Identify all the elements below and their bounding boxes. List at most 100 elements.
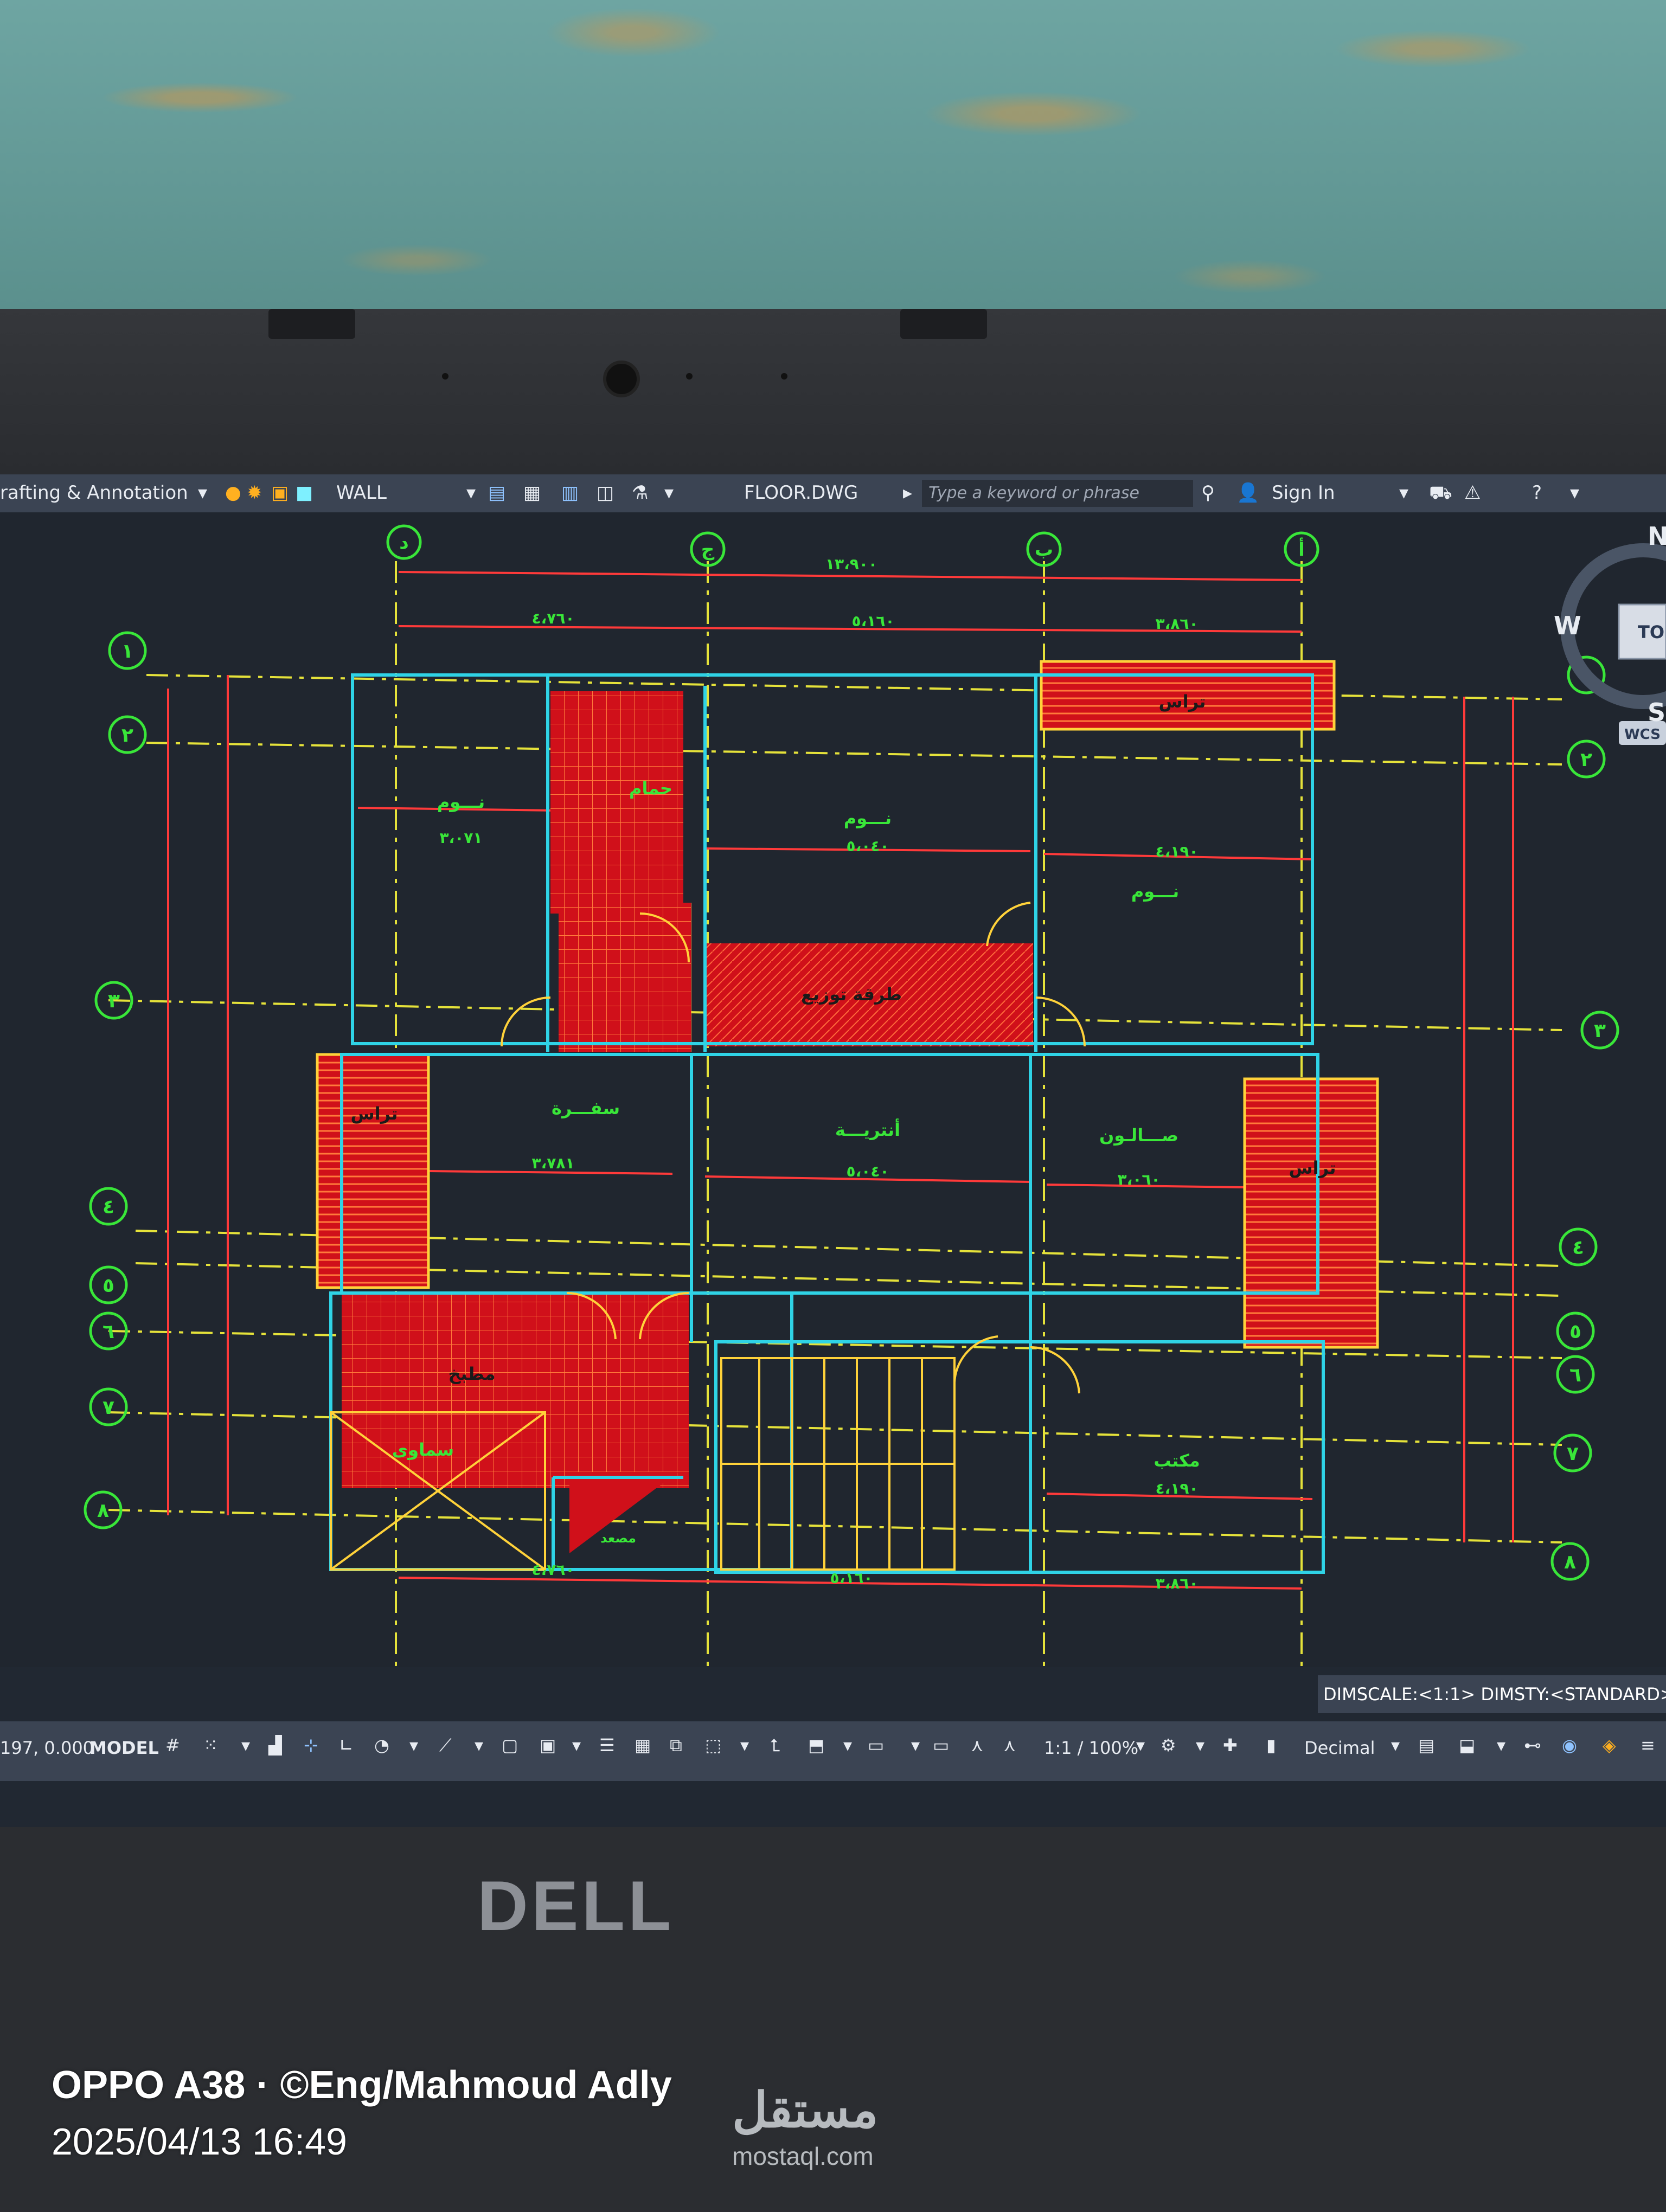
lineweight-icon[interactable]: ☰ — [599, 1735, 615, 1756]
model-tab[interactable]: MODEL — [89, 1738, 159, 1758]
cart-icon[interactable]: ⛟ — [1429, 482, 1452, 506]
annotation-scale-selector[interactable]: 1:1 / 100% — [1044, 1738, 1138, 1758]
room-label-kitchen: مطبخ — [448, 1364, 495, 1384]
grid-bubble-row: ٣ — [108, 990, 120, 1012]
chevron-down-icon[interactable]: ▾ — [664, 482, 674, 504]
dimension-text: ٣،٨٦٠ — [1156, 615, 1199, 633]
isolate-objects-icon[interactable]: ⊷ — [1524, 1735, 1541, 1756]
open-file-icon[interactable]: ▦ — [523, 482, 541, 504]
dimension-text: ٣،٠٧١ — [440, 829, 483, 847]
file-name: FLOOR.DWG — [744, 482, 858, 504]
chevron-down-icon[interactable]: ▾ — [466, 482, 476, 504]
viewcube-top-face[interactable]: TO — [1638, 622, 1664, 642]
units-selector[interactable]: Decimal — [1304, 1738, 1375, 1758]
chevron-down-icon[interactable]: ▾ — [241, 1735, 250, 1756]
sun-icon[interactable]: ✹ — [247, 482, 262, 504]
mostaql-logo: مستقل — [732, 2084, 879, 2138]
hardware-acceleration-icon[interactable]: ◉ — [1562, 1735, 1577, 1756]
chevron-down-icon[interactable]: ▾ — [572, 1735, 581, 1756]
workspace-switch-icon[interactable]: ⚙ — [1161, 1735, 1176, 1756]
workspace-selector[interactable]: rafting & Annotation — [0, 482, 188, 504]
annotation-monitor-icon[interactable]: ▭ — [868, 1735, 884, 1756]
chevron-down-icon[interactable]: ▾ — [843, 1735, 852, 1756]
dimension-text: ٥،٠٤٠ — [847, 837, 889, 855]
chevron-down-icon[interactable]: ▾ — [1570, 482, 1579, 504]
grid-bubble-col: د — [399, 532, 408, 554]
chevron-down-icon[interactable]: ▾ — [1391, 1735, 1400, 1756]
dimension-text: ٥،١٦٠ — [852, 612, 895, 630]
dimension-text: ٣،٠٦٠ — [1118, 1171, 1161, 1188]
chevron-down-icon[interactable]: ▾ — [475, 1735, 483, 1756]
grid-bubble-row: ٤ — [1572, 1237, 1584, 1259]
room-label-bedroom: نـــوم — [1131, 881, 1179, 902]
object-snap-tracking-icon[interactable]: ▣ — [540, 1735, 556, 1756]
dimension-text: ٤،٧٦٠ — [532, 609, 575, 627]
light-bulb-icon[interactable]: ● — [225, 482, 241, 504]
room-label-skylight: سماوى — [392, 1439, 454, 1460]
save-icon[interactable]: ▥ — [561, 482, 579, 504]
chevron-down-icon[interactable]: ▾ — [1497, 1735, 1505, 1756]
dimension-text: ٣،٧٨١ — [532, 1154, 575, 1172]
layer-selector[interactable]: WALL — [336, 482, 387, 504]
save-as-icon[interactable]: ◫ — [597, 482, 614, 504]
ortho-icon[interactable]: ∟ — [339, 1735, 354, 1756]
chevron-down-icon[interactable]: ▾ — [911, 1735, 920, 1756]
viewcube-west[interactable]: W — [1554, 611, 1581, 640]
selection-cycling-icon[interactable]: ⧉ — [670, 1735, 682, 1756]
annotation-scale-icon[interactable]: ⋏ — [971, 1735, 983, 1756]
search-icon[interactable]: ⚲ — [1201, 482, 1215, 504]
dimension-text: ٤،٧٦٠ — [532, 1561, 575, 1579]
plot-icon[interactable]: ⚗ — [632, 482, 648, 504]
annotation-visibility-icon[interactable]: ▭ — [933, 1735, 949, 1756]
camera-watermark-line1: OPPO A38 · ©Eng/Mahmoud Adly — [52, 2063, 672, 2107]
terrace-left-hatch — [316, 1053, 430, 1289]
transparency-icon[interactable]: ▦ — [635, 1735, 651, 1756]
dimension-text: ٣،٨٦٠ — [1156, 1574, 1199, 1592]
clean-screen-icon[interactable]: ◈ — [1603, 1735, 1616, 1756]
drawing-canvas[interactable]: د ج ب أ ١ ٢ ٣ ٤ ٥ ٦ ٧ ٨ ١ ٢ ٣ ٤ ٥ ٦ ٧ ٨ … — [0, 512, 1666, 1667]
share-icon[interactable]: ⚠ — [1464, 482, 1481, 504]
lock-ui-icon[interactable]: ⬓ — [1459, 1735, 1475, 1756]
chevron-down-icon[interactable]: ▾ — [409, 1735, 418, 1756]
new-file-icon[interactable]: ▤ — [488, 482, 505, 504]
isodraft-icon[interactable]: ⟋ — [439, 1735, 451, 1756]
room-label-dining: سفـــرة — [552, 1098, 620, 1118]
snap-icon[interactable]: ⁙ — [203, 1735, 218, 1756]
ucs-icon[interactable]: ⮤ — [770, 1735, 780, 1756]
annotation-add-icon[interactable]: ✚ — [1223, 1735, 1238, 1756]
grid-bubble-row: ٥ — [102, 1275, 114, 1297]
room-label-living: أنتريـــة — [835, 1118, 900, 1140]
grid-icon[interactable]: # — [165, 1735, 180, 1756]
quick-properties-icon[interactable]: ▤ — [1418, 1735, 1434, 1756]
grid-bubble-row: ١ — [121, 640, 133, 663]
chevron-down-icon[interactable]: ▾ — [740, 1735, 749, 1756]
polar-icon[interactable]: ◔ — [374, 1735, 389, 1756]
autocad-title-toolbar: rafting & Annotation ▾ ● ✹ ▣ ■ WALL ▾ ▤ … — [0, 474, 1666, 512]
wcs-menu[interactable]: WCS — [1624, 726, 1661, 743]
chevron-down-icon[interactable]: ▾ — [1196, 1735, 1204, 1756]
chevron-down-icon[interactable]: ▾ — [1399, 482, 1408, 504]
auto-scale-icon[interactable]: ⋏ — [1003, 1735, 1016, 1756]
units-icon[interactable]: ▮ — [1266, 1735, 1276, 1756]
object-snap-icon[interactable]: ▢ — [502, 1735, 518, 1756]
room-label-elevator: مصعد — [600, 1531, 636, 1546]
grid-bubble-row: ٢ — [121, 724, 133, 747]
infer-icon[interactable]: ▟ — [268, 1735, 282, 1756]
search-input[interactable]: Type a keyword or phrase — [922, 480, 1193, 507]
3d-osnap-icon[interactable]: ⬚ — [705, 1735, 721, 1756]
dynamic-input-icon[interactable]: ⊹ — [304, 1735, 318, 1756]
sign-in-link[interactable]: Sign In — [1272, 482, 1335, 504]
chevron-down-icon[interactable]: ▾ — [1136, 1735, 1145, 1756]
chevron-down-icon[interactable]: ▾ — [198, 482, 207, 504]
hinge-left — [268, 309, 355, 339]
user-icon[interactable]: 👤 — [1236, 482, 1259, 504]
gizmo-icon[interactable]: ⬒ — [808, 1735, 824, 1756]
dimscale-readout: DIMSCALE:<1:1> DIMSTY:<STANDARD> — [1318, 1675, 1666, 1713]
room-label-terrace: تراس — [350, 1103, 398, 1124]
lock-icon[interactable]: ▣ — [271, 482, 289, 504]
viewcube-north[interactable]: N — [1648, 522, 1666, 551]
help-icon[interactable]: ? — [1532, 482, 1542, 504]
viewcube-south[interactable]: S — [1648, 698, 1665, 727]
dimension-text: ٤،١٩٠ — [1156, 843, 1199, 860]
customization-icon[interactable]: ≡ — [1641, 1735, 1655, 1756]
